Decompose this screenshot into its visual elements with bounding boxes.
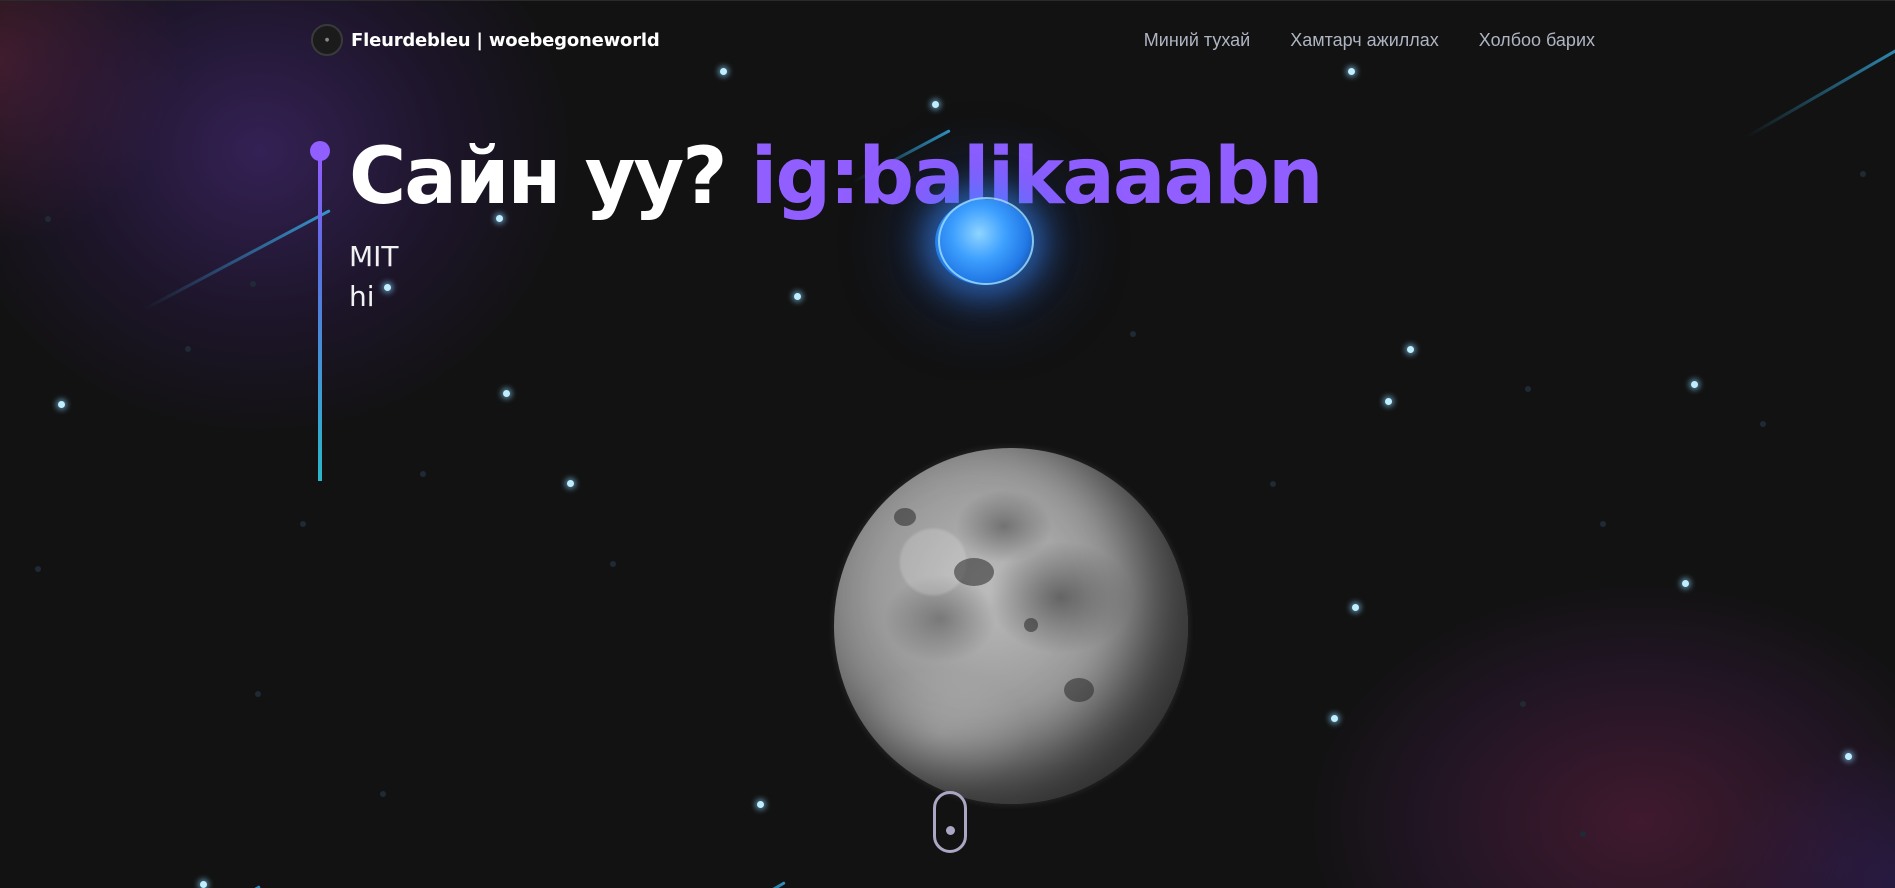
star <box>610 561 616 567</box>
hero-subtitle-line: hi <box>349 280 375 313</box>
star <box>1600 521 1606 527</box>
star <box>503 390 510 397</box>
moon-crater <box>1064 678 1094 702</box>
shooting-star <box>1744 41 1895 139</box>
star <box>300 521 306 527</box>
star <box>35 566 41 572</box>
moon-crater <box>954 558 994 586</box>
mouse-scroll-icon[interactable] <box>933 791 967 853</box>
star <box>720 68 727 75</box>
star <box>58 401 65 408</box>
nav-link-about[interactable]: Миний тухай <box>1144 30 1250 51</box>
star <box>1860 171 1866 177</box>
brand-home-link[interactable]: ● Fleurdebleu | woebegoneworld <box>311 24 660 56</box>
hero-section: ● Fleurdebleu | woebegoneworld Миний тух… <box>0 0 1895 888</box>
timeline-dot-icon <box>310 141 330 161</box>
nav-link-contact[interactable]: Холбоо барих <box>1479 30 1595 51</box>
hero-subtitle-line: MIT <box>349 240 399 273</box>
star <box>250 281 256 287</box>
star <box>1845 753 1852 760</box>
star <box>1130 331 1136 337</box>
star <box>1331 715 1338 722</box>
star <box>1385 398 1392 405</box>
star <box>1580 831 1586 837</box>
star <box>1682 580 1689 587</box>
logo-badge-icon: ● <box>311 24 343 56</box>
brand-name: Fleurdebleu | woebegoneworld <box>351 29 660 51</box>
top-navbar: ● Fleurdebleu | woebegoneworld Миний тух… <box>311 23 1595 57</box>
star <box>1520 701 1526 707</box>
star <box>45 216 51 222</box>
star <box>185 346 191 352</box>
star <box>1525 386 1531 392</box>
hero-heading: Сайн уу? ig:baljkaaabn <box>349 129 1324 225</box>
star <box>200 881 207 888</box>
star <box>1270 481 1276 487</box>
shooting-star <box>143 209 331 311</box>
hero-subtitle: MIT hi <box>349 237 399 317</box>
star <box>1407 346 1414 353</box>
star <box>1691 381 1698 388</box>
moon-crater <box>894 508 916 526</box>
hero-handle: ig:baljkaaabn <box>750 132 1324 222</box>
star <box>380 791 386 797</box>
star <box>1348 68 1355 75</box>
star <box>567 480 574 487</box>
moon-icon[interactable] <box>834 448 1188 804</box>
orb-ring <box>938 197 1034 285</box>
timeline-line <box>318 159 322 481</box>
hero-greeting: Сайн уу? <box>349 132 751 222</box>
nav-link-work[interactable]: Хамтарч ажиллах <box>1290 30 1439 51</box>
star <box>420 471 426 477</box>
moon-crater <box>1024 618 1038 632</box>
hero-timeline <box>310 141 330 483</box>
star <box>1760 421 1766 427</box>
star <box>757 801 764 808</box>
nav-links: Миний тухай Хамтарч ажиллах Холбоо барих <box>1144 30 1595 51</box>
star <box>255 691 261 697</box>
star <box>794 293 801 300</box>
scroll-knob <box>946 826 955 835</box>
star <box>1352 604 1359 611</box>
shooting-star <box>723 881 786 888</box>
star <box>932 101 939 108</box>
